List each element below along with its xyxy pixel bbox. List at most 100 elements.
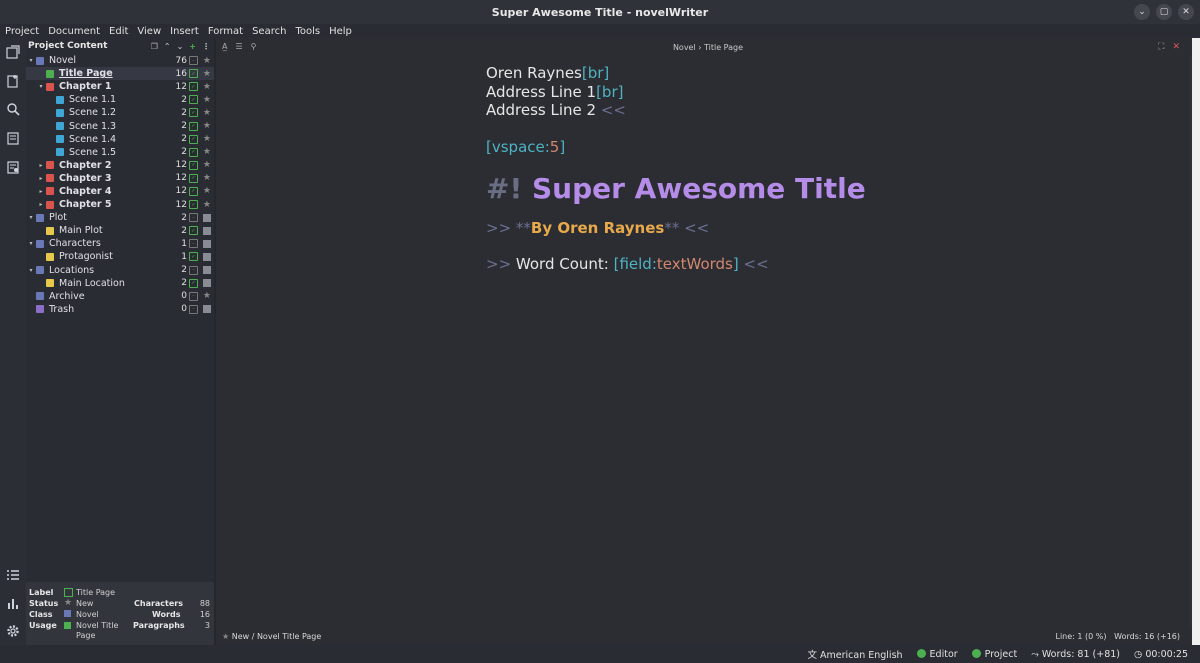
status-check-icon: ✓: [189, 95, 198, 105]
status-check-icon: ✓: [189, 82, 198, 92]
tree-item-word-count: 2: [181, 94, 187, 105]
menu-insert[interactable]: Insert: [165, 26, 203, 37]
expand-arrow-icon[interactable]: ▸: [36, 162, 46, 169]
outline-icon[interactable]: [6, 131, 20, 145]
tree-item-label: Plot: [49, 212, 67, 224]
tree-item[interactable]: Scene 1.2 2 ✓ ★: [26, 106, 214, 119]
menu-tools[interactable]: Tools: [290, 26, 324, 37]
menu-view[interactable]: View: [132, 26, 165, 37]
copy-icon[interactable]: ❐: [151, 42, 158, 51]
tree-item-word-count: 2: [181, 134, 187, 145]
expand-arrow-icon[interactable]: ▾: [36, 83, 46, 90]
tree-item-icon: [46, 200, 54, 209]
expand-arrow-icon[interactable]: ▾: [26, 240, 36, 247]
menu-document[interactable]: Document: [43, 26, 104, 37]
tree-item-label: Main Location: [59, 277, 125, 289]
tree-item-icon: [46, 252, 54, 261]
sidebar: [0, 38, 27, 645]
tree-item[interactable]: Main Location 2 ✓: [26, 277, 214, 290]
session-word-count: ⤳ Words: 81 (+81): [1031, 648, 1120, 660]
trend-icon: ⤳: [1031, 648, 1039, 660]
document-status-text: New / Novel Title Page: [231, 632, 322, 641]
text-line: Oren Raynes[br]: [486, 64, 610, 82]
tree-item[interactable]: Main Plot 2 ✓: [26, 224, 214, 237]
status-check-icon: ✓: [189, 134, 198, 144]
vspace-command: [vspace:5]: [486, 138, 566, 156]
menu-bar: Project Document Edit View Insert Format…: [0, 24, 1200, 38]
tree-item[interactable]: ▸ Chapter 5 12 ✓ ★: [26, 198, 214, 211]
tree-item[interactable]: Title Page 16 ✓ ★: [26, 67, 214, 81]
tree-item-label: Archive: [49, 290, 85, 302]
status-check-icon: ✓: [189, 160, 198, 170]
expand-arrow-icon[interactable]: ▸: [36, 175, 46, 182]
tree-item[interactable]: Scene 1.3 2 ✓ ★: [26, 119, 214, 132]
expand-arrow-icon[interactable]: ▾: [26, 267, 36, 274]
search-icon[interactable]: [6, 102, 20, 116]
tree-item-label: Chapter 1: [59, 81, 112, 93]
menu-format[interactable]: Format: [203, 26, 247, 37]
tree-item-icon: [46, 174, 54, 183]
importance-square-icon: [203, 213, 211, 222]
item-details-panel: Label Title Page Status ★ New Class Nove…: [26, 582, 214, 645]
clock-icon: ◷: [1134, 648, 1143, 660]
close-icon[interactable]: ✕: [1178, 4, 1194, 20]
menu-search[interactable]: Search: [247, 26, 290, 37]
status-check-icon: ✓: [189, 226, 198, 236]
tree-item[interactable]: Trash 0–: [26, 303, 214, 316]
expand-arrow-icon[interactable]: ▸: [36, 188, 46, 195]
more-icon[interactable]: ⋮: [202, 42, 210, 51]
window-titlebar: Super Awesome Title - novelWriter ⌄ ▢ ✕: [0, 0, 1200, 24]
fullscreen-icon[interactable]: ⛶: [1158, 42, 1164, 52]
words-value: 16: [199, 610, 210, 619]
expand-arrow-icon[interactable]: ▸: [36, 201, 46, 208]
tree-item[interactable]: ▾ Characters 1–: [26, 237, 214, 250]
tree-item[interactable]: ▸ Chapter 3 12 ✓ ★: [26, 172, 214, 185]
text-line: Address Line 2 <<: [486, 101, 626, 119]
tree-item[interactable]: Protagonist 1 ✓: [26, 250, 214, 263]
status-check-icon: ✓: [189, 252, 198, 262]
star-icon: ★: [202, 55, 211, 66]
close-document-icon[interactable]: ✕: [1172, 42, 1180, 52]
add-icon[interactable]: +: [189, 42, 196, 51]
menu-edit[interactable]: Edit: [104, 26, 132, 37]
chevron-up-icon[interactable]: ⌃: [164, 42, 171, 51]
status-bar: ⽂ American English Editor Project ⤳ Word…: [0, 645, 1200, 663]
tree-item[interactable]: Scene 1.4 2 ✓ ★: [26, 133, 214, 146]
tree-item[interactable]: ▸ Chapter 4 12 ✓ ★: [26, 185, 214, 198]
maximize-icon[interactable]: ▢: [1156, 4, 1172, 20]
tree-item[interactable]: ▾ Chapter 1 12 ✓ ★: [26, 80, 214, 93]
document-editor[interactable]: A̲ ☰ ⚲ Novel › Title Page ⛶ ✕ Oren Rayne…: [216, 38, 1200, 645]
menu-help[interactable]: Help: [324, 26, 356, 37]
status-check-icon: –: [189, 239, 198, 249]
star-icon: ★: [202, 134, 211, 145]
expand-arrow-icon[interactable]: ▾: [26, 57, 36, 64]
project-tree-icon[interactable]: [6, 45, 20, 59]
tree-item[interactable]: Scene 1.5 2 ✓ ★: [26, 146, 214, 159]
tree-item-label: Scene 1.1: [69, 94, 117, 106]
tree-item-word-count: 2: [181, 225, 187, 236]
status-dot-icon: [971, 648, 981, 658]
statistics-icon[interactable]: [6, 596, 20, 610]
usage-key: Usage: [29, 621, 57, 630]
list-icon[interactable]: [6, 568, 20, 582]
status-check-icon: ✓: [189, 147, 198, 157]
tree-item[interactable]: ▾ Novel 76– ★: [26, 54, 214, 67]
tree-item[interactable]: Scene 1.1 2 ✓ ★: [26, 93, 214, 106]
minimize-icon[interactable]: ⌄: [1134, 4, 1150, 20]
tree-item[interactable]: ▾ Locations 2–: [26, 264, 214, 277]
settings-gear-icon[interactable]: [6, 624, 20, 638]
status-check-icon: –: [189, 304, 198, 314]
manuscript-icon[interactable]: [6, 160, 20, 174]
tree-item-label: Title Page: [59, 68, 113, 80]
tree-item[interactable]: Archive 0– ★: [26, 290, 214, 303]
word-count-line: >> Word Count: [field:textWords] <<: [486, 255, 769, 273]
menu-project[interactable]: Project: [0, 26, 43, 37]
editor-text[interactable]: Oren Raynes[br] Address Line 1[br] Addre…: [486, 64, 1086, 274]
chevron-down-icon[interactable]: ⌄: [177, 42, 184, 51]
star-icon: ★: [202, 199, 211, 210]
novel-view-icon[interactable]: [6, 74, 20, 88]
tree-item[interactable]: ▾ Plot 2–: [26, 211, 214, 224]
expand-arrow-icon[interactable]: ▾: [26, 214, 36, 221]
tree-item[interactable]: ▸ Chapter 2 12 ✓ ★: [26, 159, 214, 172]
editor-header: A̲ ☰ ⚲ Novel › Title Page ⛶ ✕: [216, 38, 1200, 56]
